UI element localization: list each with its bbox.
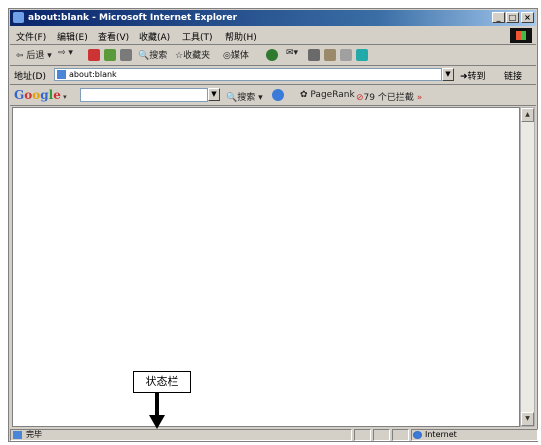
go-button[interactable]: ➜转到 — [460, 69, 486, 82]
home-icon[interactable] — [120, 49, 132, 61]
page-content-area[interactable] — [12, 107, 520, 427]
maximize-button[interactable]: □ — [506, 12, 519, 23]
menu-view[interactable]: 查看(V) — [98, 30, 129, 43]
history-icon[interactable] — [266, 49, 278, 61]
status-text: 完毕 — [26, 430, 42, 439]
discuss-icon[interactable] — [340, 49, 352, 61]
menu-tools[interactable]: 工具(T) — [182, 30, 213, 43]
google-news-icon[interactable] — [272, 89, 284, 101]
pagerank-icon[interactable]: ✿ PageRank — [300, 90, 355, 100]
google-logo[interactable]: Google ▾ — [14, 88, 67, 102]
address-dropdown-button[interactable]: ▼ — [442, 68, 454, 81]
scroll-down-button[interactable]: ▼ — [521, 412, 534, 426]
google-search-dropdown[interactable]: ▼ — [208, 88, 220, 101]
print-icon[interactable] — [308, 49, 320, 61]
standard-toolbar: ⇦ 后退 ▾ ⇨ ▾ 🔍搜索 ☆收藏夹 ◎媒体 ✉▾ — [10, 45, 536, 66]
status-pane — [392, 429, 409, 441]
windows-logo-icon — [510, 28, 532, 43]
status-pane — [354, 429, 371, 441]
window-title: about:blank - Microsoft Internet Explore… — [28, 13, 238, 23]
menu-file[interactable]: 文件(F) — [16, 30, 46, 43]
down-arrow-icon — [149, 393, 165, 429]
edit-icon[interactable] — [324, 49, 336, 61]
status-page-icon — [13, 431, 22, 439]
menu-help[interactable]: 帮助(H) — [225, 30, 257, 43]
messenger-icon[interactable] — [356, 49, 368, 61]
scroll-up-button[interactable]: ▲ — [521, 108, 534, 122]
google-search-button[interactable]: 🔍搜索 ▾ — [226, 90, 263, 103]
status-bar-callout: 状态栏 — [133, 371, 191, 393]
globe-icon — [413, 431, 422, 439]
close-button[interactable]: × — [521, 12, 534, 23]
refresh-icon[interactable] — [104, 49, 116, 61]
links-button[interactable]: 链接 — [504, 69, 522, 82]
menu-bar: 文件(F) 编辑(E) 查看(V) 收藏(A) 工具(T) 帮助(H) — [10, 27, 536, 45]
address-bar: 地址(D) about:blank ▼ ➜转到 链接 — [10, 66, 536, 85]
address-value: about:blank — [69, 70, 117, 79]
page-icon — [57, 70, 66, 79]
status-pane — [373, 429, 390, 441]
forward-button[interactable]: ⇨ ▾ — [58, 48, 73, 58]
address-input[interactable]: about:blank — [54, 68, 442, 81]
mail-button[interactable]: ✉▾ — [286, 48, 298, 58]
menu-favorites[interactable]: 收藏(A) — [139, 30, 170, 43]
favorites-button[interactable]: ☆收藏夹 — [175, 48, 210, 61]
menu-edit[interactable]: 编辑(E) — [57, 30, 88, 43]
minimize-button[interactable]: _ — [492, 12, 505, 23]
status-bar: 完毕 Internet — [10, 429, 538, 441]
ie-icon — [13, 12, 24, 23]
google-toolbar: Google ▾ ▼ 🔍搜索 ▾ ✿ PageRank ⊘79 个已拦截 » — [10, 85, 536, 106]
ie-window: about:blank - Microsoft Internet Explore… — [8, 8, 538, 442]
back-button[interactable]: ⇦ 后退 ▾ — [16, 48, 52, 61]
popup-blocked-indicator[interactable]: ⊘79 个已拦截 » — [356, 90, 422, 103]
vertical-scrollbar[interactable]: ▲ ▼ — [520, 107, 535, 427]
security-zone: Internet — [425, 430, 457, 439]
title-bar: about:blank - Microsoft Internet Explore… — [10, 10, 536, 26]
stop-icon[interactable] — [88, 49, 100, 61]
status-main-pane — [10, 429, 352, 441]
media-button[interactable]: ◎媒体 — [223, 48, 249, 61]
google-search-input[interactable] — [80, 88, 208, 102]
search-button[interactable]: 🔍搜索 — [138, 48, 167, 61]
address-label: 地址(D) — [14, 72, 46, 82]
